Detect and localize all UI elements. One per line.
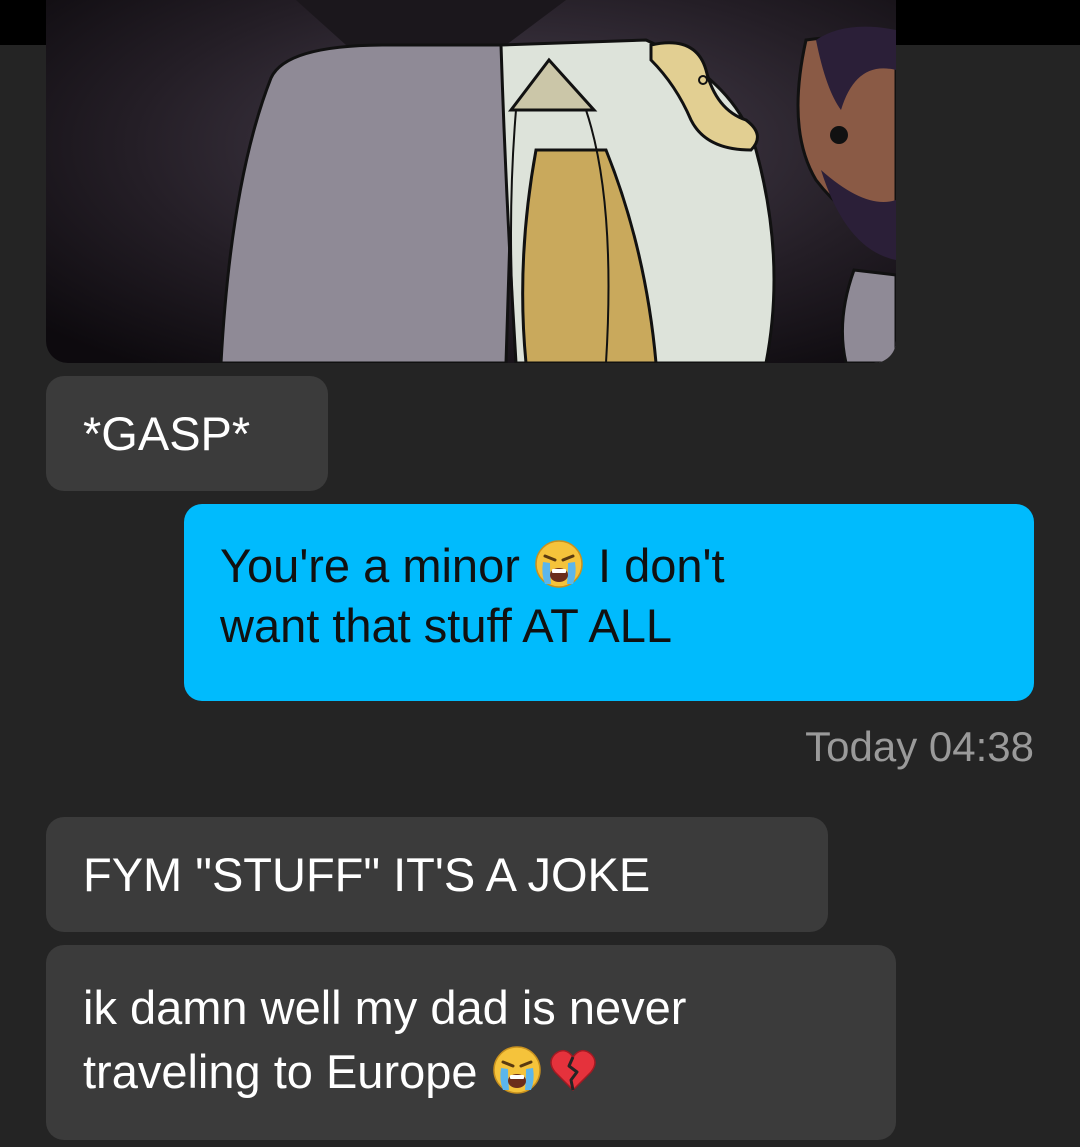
loudly-crying-face-icon bbox=[533, 538, 585, 590]
message-text: *GASP* bbox=[83, 407, 251, 460]
message-bubble-outgoing[interactable]: You're a minor I don't want that stuff A… bbox=[184, 504, 1034, 701]
cartoon-image bbox=[46, 0, 896, 363]
message-text: want that stuff AT ALL bbox=[220, 599, 673, 652]
message-text: ik damn well my dad is never bbox=[83, 981, 687, 1034]
image-message[interactable] bbox=[46, 0, 896, 363]
message-bubble-incoming[interactable]: *GASP* bbox=[46, 376, 328, 491]
broken-heart-icon bbox=[547, 1044, 599, 1096]
message-text: traveling to Europe bbox=[83, 1045, 478, 1098]
message-bubble-incoming[interactable]: FYM "STUFF" IT'S A JOKE bbox=[46, 817, 828, 932]
message-bubble-incoming[interactable]: ik damn well my dad is never traveling t… bbox=[46, 945, 896, 1140]
message-text: FYM "STUFF" IT'S A JOKE bbox=[83, 848, 651, 901]
loudly-crying-face-icon bbox=[491, 1044, 543, 1096]
message-text: I don't bbox=[597, 539, 725, 592]
message-text: You're a minor bbox=[220, 539, 520, 592]
timestamp: Today 04:38 bbox=[805, 723, 1034, 770]
